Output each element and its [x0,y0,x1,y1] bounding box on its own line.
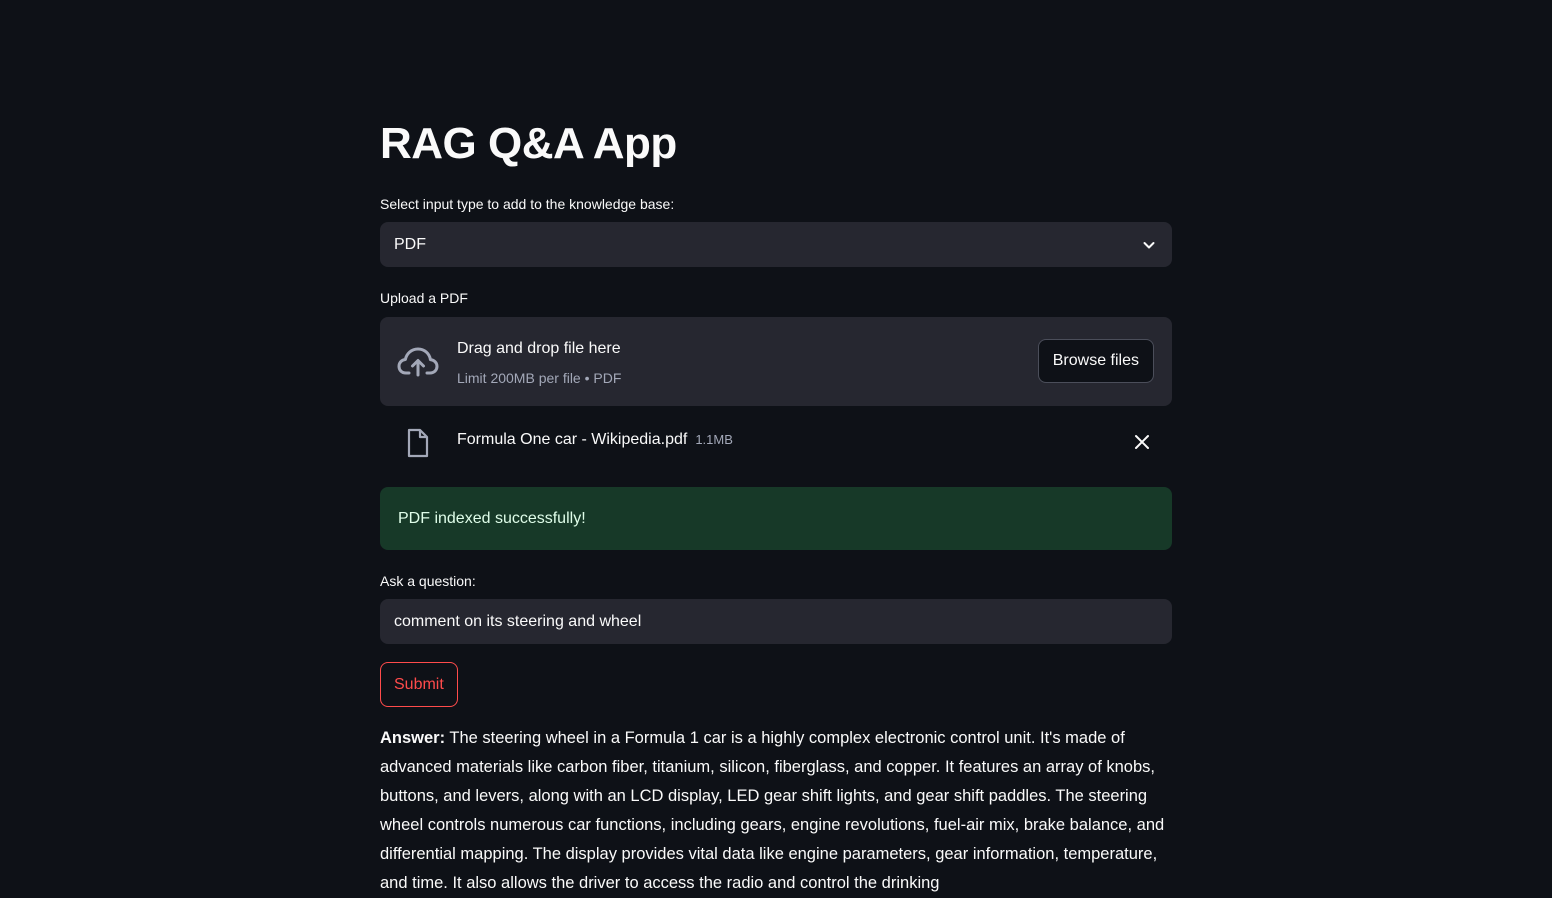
answer-prefix: Answer: [380,729,446,747]
success-alert: PDF indexed successfully! [380,487,1172,550]
uploaded-file-row: Formula One car - Wikipedia.pdf 1.1MB [380,420,1172,464]
question-label: Ask a question: [380,573,476,589]
file-dropzone[interactable]: Drag and drop file here Limit 200MB per … [380,317,1172,406]
submit-button[interactable]: Submit [380,662,458,707]
file-name-text: Formula One car - Wikipedia.pdf [457,431,688,448]
question-input[interactable] [380,599,1172,644]
success-message: PDF indexed successfully! [398,509,586,527]
dropzone-instructions: Drag and drop file here [457,340,621,357]
page-title: RAG Q&A App [380,119,677,168]
close-icon[interactable] [1132,432,1152,452]
answer-body: The steering wheel in a Formula 1 car is… [380,729,1165,892]
input-type-select[interactable]: PDF [380,222,1172,267]
dropzone-limit: Limit 200MB per file • PDF [457,370,622,386]
input-type-label: Select input type to add to the knowledg… [380,196,675,212]
input-type-selected-value: PDF [394,235,426,253]
chevron-down-icon [1140,236,1158,254]
answer-text: Answer: The steering wheel in a Formula … [380,724,1172,898]
file-size: 1.1MB [695,432,733,447]
file-icon [406,428,430,458]
uploaded-file-name: Formula One car - Wikipedia.pdf 1.1MB [457,429,733,451]
upload-label: Upload a PDF [380,290,468,306]
browse-files-button[interactable]: Browse files [1037,339,1154,383]
cloud-upload-icon [397,343,439,379]
